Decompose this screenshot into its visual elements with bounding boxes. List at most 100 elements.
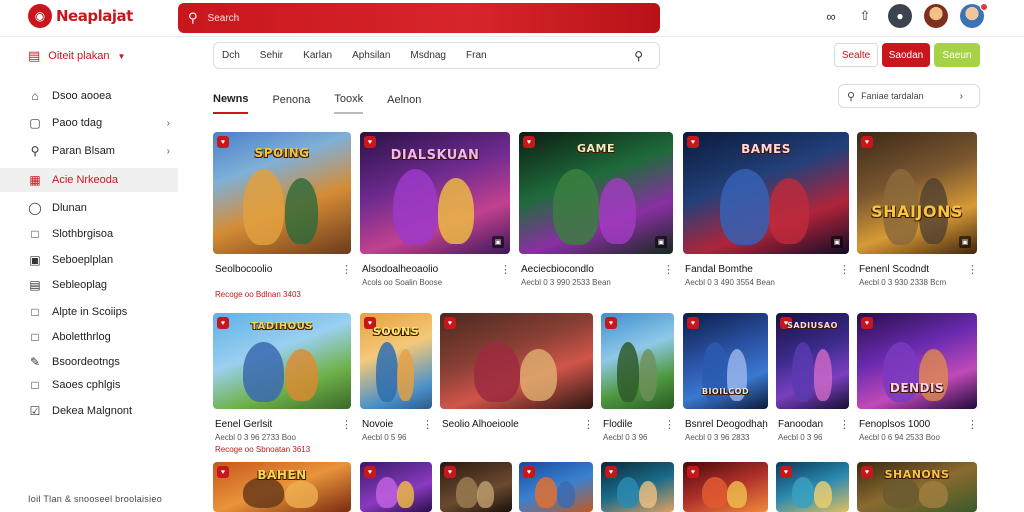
game-thumbnail[interactable]: ♥ (683, 462, 768, 512)
game-thumbnail[interactable]: ♥ (440, 313, 593, 409)
more-options-icon[interactable]: ⋮ (967, 418, 978, 431)
sort-dropdown[interactable]: ⚲ Faniae tardalan › (838, 84, 980, 108)
game-title[interactable]: Fenoplsos 1000 (859, 419, 930, 430)
category-item[interactable]: Msdnag (410, 50, 446, 61)
category-search-icon[interactable]: ⚲ (634, 49, 643, 63)
game-thumbnail[interactable]: ♥ DIALSKUAN ▣ (360, 132, 510, 254)
outline-button[interactable]: Sealte (834, 43, 878, 67)
category-item[interactable]: Dch (222, 50, 240, 61)
sidebar-item-1[interactable]: ⌂ Dsoo aooea (0, 84, 178, 108)
character-art (702, 477, 728, 508)
favorite-icon[interactable]: ♥ (605, 317, 617, 329)
favorite-icon[interactable]: ♥ (605, 466, 617, 478)
favorite-icon[interactable]: ♥ (523, 466, 535, 478)
top-right-actions: ∞ ⇧ ● (820, 4, 984, 28)
game-thumbnail[interactable]: ♥ SOONS (360, 313, 432, 409)
favorite-icon[interactable]: ♥ (780, 466, 792, 478)
game-thumbnail[interactable]: ♥ BAHEN (213, 462, 351, 512)
game-title[interactable]: Fanoodan (778, 419, 823, 430)
favorite-icon[interactable]: ♥ (687, 466, 699, 478)
character-art (474, 342, 520, 402)
sidebar-item-11[interactable]: ✎ Bsoordeotngs (0, 350, 178, 374)
game-thumbnail[interactable]: ♥ (601, 313, 674, 409)
game-thumbnail[interactable]: ♥ (440, 462, 512, 512)
more-options-icon[interactable]: ⋮ (967, 263, 978, 276)
game-thumbnail[interactable]: ♥ (601, 462, 674, 512)
favorite-icon[interactable]: ♥ (444, 317, 456, 329)
tab-personal[interactable]: Penona (272, 86, 310, 114)
game-thumbnail[interactable]: ♥ DENDIS (857, 313, 977, 409)
game-thumbnail[interactable]: ♥ TADIHOUS (213, 313, 351, 409)
sidebar-header[interactable]: ▤ Oiteit plakan ▼ (28, 48, 125, 64)
more-options-icon[interactable]: ⋮ (839, 263, 850, 276)
sidebar-item-5[interactable]: ◯ Dlunan (0, 196, 178, 220)
account-avatar[interactable]: ● (888, 4, 912, 28)
more-options-icon[interactable]: ⋮ (758, 418, 769, 431)
sidebar-item-10[interactable]: □ Aboletthrlog (0, 325, 178, 349)
game-title[interactable]: Bsnrel Deogodhan (685, 419, 768, 430)
share-icon[interactable]: ⇧ (854, 5, 876, 27)
platform-icon: ▣ (831, 236, 843, 248)
sidebar-item-3[interactable]: ⚲ Paran Blsam › (0, 139, 178, 163)
sidebar-item-8[interactable]: ▤ Sebleoplag (0, 273, 178, 297)
top-search-input[interactable] (207, 12, 608, 24)
game-title[interactable]: Fandal Bomthe (685, 264, 753, 275)
sort-label: Faniae tardalan (861, 91, 924, 101)
favorite-icon[interactable]: ♥ (687, 317, 699, 329)
more-options-icon[interactable]: ⋮ (839, 418, 850, 431)
favorite-icon[interactable]: ♥ (861, 136, 873, 148)
sidebar-item-9[interactable]: □ Alpte in Scoiips (0, 300, 178, 324)
sidebar-item-7[interactable]: ▣ Seboeplplan (0, 248, 178, 272)
more-options-icon[interactable]: ⋮ (422, 418, 433, 431)
favorite-icon[interactable]: ♥ (444, 466, 456, 478)
game-thumbnail[interactable]: ♥ (519, 462, 593, 512)
game-thumbnail[interactable]: ♥ SPOING (213, 132, 351, 254)
game-title[interactable]: Flodile (603, 419, 632, 430)
sidebar-item-12[interactable]: □ Saoes cphlgis (0, 373, 178, 397)
sidebar-item-6[interactable]: □ Slothbrgisoa (0, 222, 178, 246)
secondary-button[interactable]: Saeun (934, 43, 980, 67)
game-thumbnail[interactable]: ♥ SHAIJONS ▣ (857, 132, 977, 254)
sidebar-item-2[interactable]: ▢ Paoo tdag › (0, 111, 178, 135)
category-item[interactable]: Aphsilan (352, 50, 390, 61)
category-item[interactable]: Fran (466, 50, 487, 61)
game-title[interactable]: Aeciecbiocondlo (521, 264, 594, 275)
game-thumbnail[interactable]: ♥ SADIUSAO (776, 313, 849, 409)
character-art (477, 481, 494, 508)
top-search-bar[interactable]: ⚲ (178, 3, 660, 33)
game-title[interactable]: Eenel Gerlsit (215, 419, 272, 430)
friend-avatar[interactable] (924, 4, 948, 28)
character-art (243, 169, 284, 245)
game-title[interactable]: Seolio Alhoeioole (442, 419, 519, 430)
game-thumbnail[interactable]: ♥ GAME ▣ (519, 132, 673, 254)
favorite-icon[interactable]: ♥ (861, 317, 873, 329)
more-options-icon[interactable]: ⋮ (664, 418, 675, 431)
app-logo[interactable]: ◉ Neaplajat (28, 4, 133, 28)
more-options-icon[interactable]: ⋮ (341, 263, 352, 276)
game-title[interactable]: Novoie (362, 419, 393, 430)
game-thumbnail[interactable]: ♥ BIOILCOD (683, 313, 768, 409)
tab-tools[interactable]: Tooxk (334, 86, 364, 114)
game-thumbnail[interactable]: ♥ (360, 462, 432, 512)
favorite-icon[interactable]: ♥ (364, 466, 376, 478)
controller-icon[interactable]: ∞ (820, 5, 842, 27)
game-title[interactable]: Alsodoalheoaolio (362, 264, 438, 275)
sidebar-item-13[interactable]: ☑ Dekea Malgnont (0, 399, 178, 423)
platform-icon: ▣ (655, 236, 667, 248)
favorite-icon[interactable]: ♥ (364, 136, 376, 148)
more-options-icon[interactable]: ⋮ (663, 263, 674, 276)
primary-button[interactable]: Saodan (882, 43, 930, 67)
category-item[interactable]: Sehir (260, 50, 283, 61)
more-options-icon[interactable]: ⋮ (341, 418, 352, 431)
tab-actions[interactable]: Aelnon (387, 86, 421, 114)
game-thumbnail[interactable]: ♥ SHANONS (857, 462, 977, 512)
game-thumbnail[interactable]: ♥ (776, 462, 849, 512)
more-options-icon[interactable]: ⋮ (583, 418, 594, 431)
tab-news[interactable]: Newns (213, 86, 249, 114)
sidebar-item-4[interactable]: ▦ Acie Nrkeoda (0, 168, 178, 192)
game-title[interactable]: Fenenl Scodndt (859, 264, 929, 275)
game-thumbnail[interactable]: ♥ BAMES ▣ (683, 132, 849, 254)
game-title[interactable]: Seolbocoolio (215, 264, 272, 275)
more-options-icon[interactable]: ⋮ (500, 263, 511, 276)
category-item[interactable]: Karlan (303, 50, 332, 61)
